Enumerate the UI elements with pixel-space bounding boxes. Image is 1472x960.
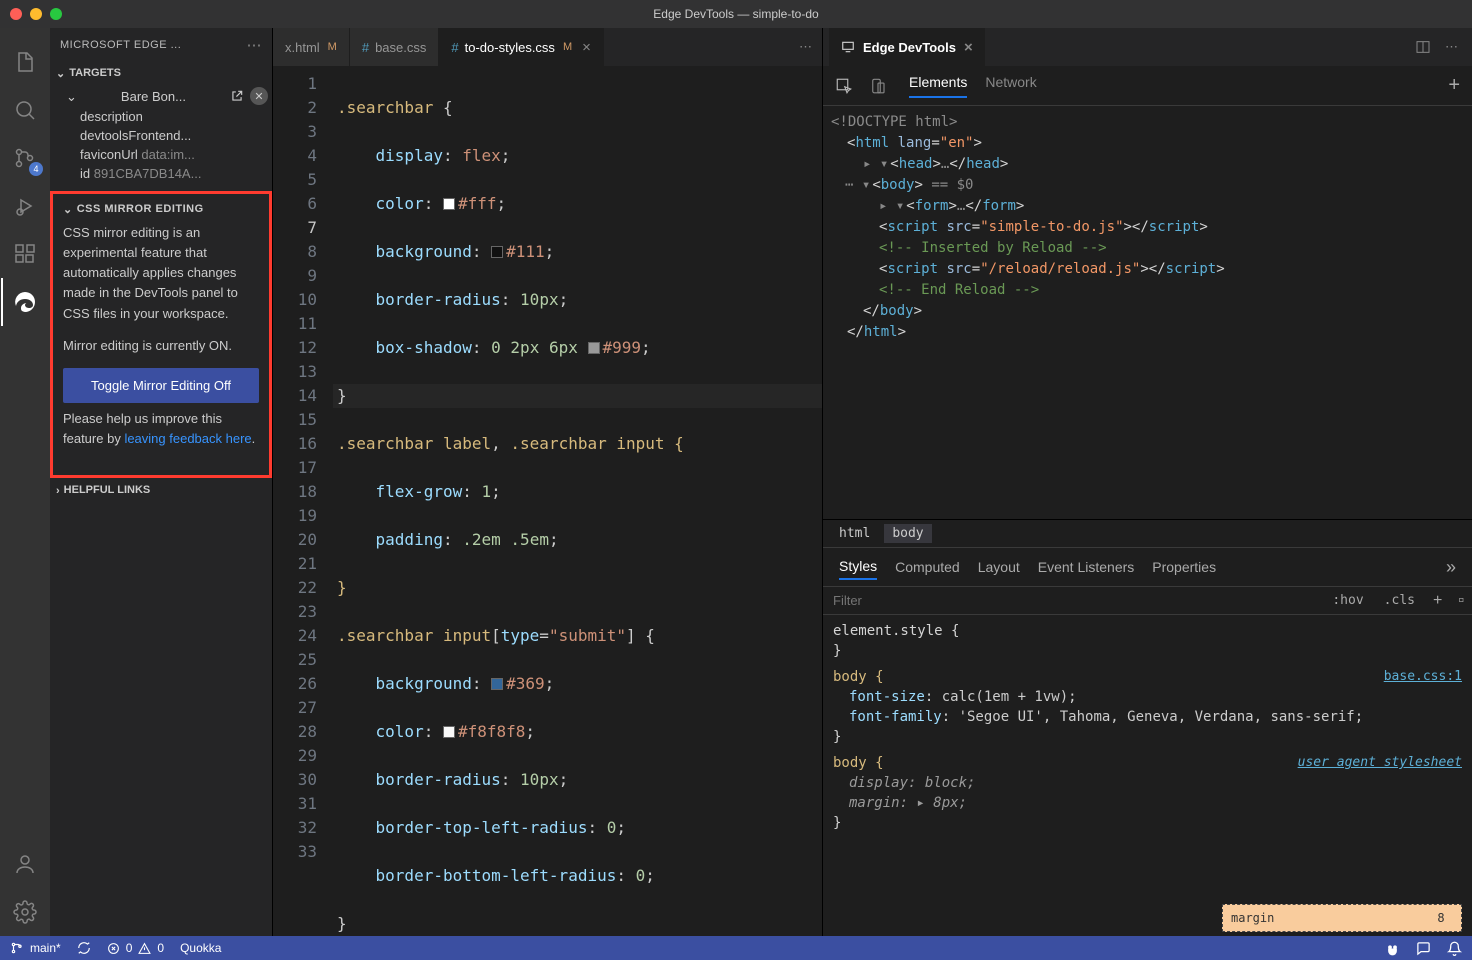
styles-pane-menu-icon[interactable]: ▫ bbox=[1450, 592, 1472, 610]
target-properties: description devtoolsFrontend... faviconU… bbox=[50, 107, 272, 183]
event-listeners-tab[interactable]: Event Listeners bbox=[1038, 555, 1135, 579]
chevron-down-icon: ⌄ bbox=[66, 89, 77, 105]
mirror-editing-head[interactable]: ⌄ CSS MIRROR EDITING bbox=[63, 202, 259, 215]
editor-tabs: x.htmlM #base.css #to-do-styles.cssM× ⋯ bbox=[273, 28, 822, 66]
tab-html[interactable]: x.htmlM bbox=[273, 28, 350, 66]
extensions-icon[interactable] bbox=[1, 230, 49, 278]
window-controls bbox=[10, 8, 62, 20]
settings-gear-icon[interactable] bbox=[1, 888, 49, 936]
target-prop-description: description bbox=[80, 107, 272, 126]
add-tab-icon[interactable]: + bbox=[1448, 74, 1460, 97]
target-row[interactable]: ⌄ Bare Bon... ✕ bbox=[50, 85, 272, 107]
close-tab-icon[interactable]: × bbox=[582, 39, 591, 56]
copilot-icon[interactable] bbox=[1385, 941, 1400, 956]
search-icon[interactable] bbox=[1, 86, 49, 134]
debug-icon[interactable] bbox=[1, 182, 49, 230]
helpful-links-head[interactable]: › HELPFUL LINKS bbox=[50, 478, 272, 502]
target-prop-devtools: devtoolsFrontend... bbox=[80, 126, 272, 145]
chevron-down-icon: ⌄ bbox=[56, 67, 65, 80]
branch-icon bbox=[10, 941, 24, 955]
sync-button[interactable] bbox=[77, 941, 91, 955]
stylesheet-link[interactable]: base.css:1 bbox=[1384, 667, 1462, 687]
layout-tab[interactable]: Layout bbox=[978, 555, 1020, 579]
editor: x.htmlM #base.css #to-do-styles.cssM× ⋯ … bbox=[273, 28, 823, 936]
git-branch[interactable]: main* bbox=[10, 941, 61, 955]
css-mirror-editing-panel: ⌄ CSS MIRROR EDITING CSS mirror editing … bbox=[50, 191, 272, 478]
feedback-icon[interactable] bbox=[1416, 941, 1431, 956]
status-bar: main* 0 0 Quokka bbox=[0, 936, 1472, 960]
close-target-icon[interactable]: ✕ bbox=[250, 87, 268, 105]
scm-badge: 4 bbox=[29, 162, 43, 176]
tab-base-css[interactable]: #base.css bbox=[350, 28, 440, 66]
split-editor-icon[interactable] bbox=[1415, 39, 1431, 55]
maximize-window-button[interactable] bbox=[50, 8, 62, 20]
toggle-mirror-editing-button[interactable]: Toggle Mirror Editing Off bbox=[63, 368, 259, 403]
breadcrumb-html[interactable]: html bbox=[831, 524, 878, 543]
warning-icon bbox=[138, 942, 151, 955]
minimize-window-button[interactable] bbox=[30, 8, 42, 20]
mirror-editing-status: Mirror editing is currently ON. bbox=[63, 336, 259, 356]
problems-status[interactable]: 0 0 bbox=[107, 941, 164, 955]
ua-stylesheet-label: user agent stylesheet bbox=[1298, 753, 1462, 773]
explorer-icon[interactable] bbox=[1, 38, 49, 86]
account-icon[interactable] bbox=[1, 840, 49, 888]
cls-toggle[interactable]: .cls bbox=[1374, 593, 1425, 608]
chevron-right-icon: › bbox=[56, 485, 60, 497]
elements-tab[interactable]: Elements bbox=[909, 74, 967, 98]
styles-filter-row: :hov .cls + ▫ bbox=[823, 587, 1472, 615]
hov-toggle[interactable]: :hov bbox=[1322, 593, 1373, 608]
titlebar: Edge DevTools — simple-to-do bbox=[0, 0, 1472, 28]
sidebar-title: MICROSOFT EDGE ... bbox=[60, 39, 181, 51]
sidebar-header: MICROSOFT EDGE ... ⋯ bbox=[50, 28, 272, 62]
edge-devtools-icon[interactable] bbox=[1, 278, 49, 326]
close-devtools-icon[interactable]: × bbox=[964, 39, 973, 56]
line-gutter: 1234567891011121314151617181920212223242… bbox=[273, 66, 333, 936]
dom-tree[interactable]: <!DOCTYPE html> <html lang="en"> ▸ ▾<hea… bbox=[823, 106, 1472, 519]
editor-more-icon[interactable]: ⋯ bbox=[799, 39, 812, 55]
quokka-status[interactable]: Quokka bbox=[180, 941, 221, 955]
targets-label: TARGETS bbox=[69, 67, 121, 79]
device-toggle-icon[interactable] bbox=[869, 77, 887, 95]
computed-tab[interactable]: Computed bbox=[895, 555, 960, 579]
target-name: Bare Bon... bbox=[83, 89, 224, 104]
sidebar-more-icon[interactable]: ⋯ bbox=[247, 36, 263, 54]
mirror-editing-feedback: Please help us improve this feature by l… bbox=[63, 409, 259, 449]
breadcrumb-body[interactable]: body bbox=[884, 524, 931, 543]
network-tab[interactable]: Network bbox=[985, 74, 1036, 98]
window-title: Edge DevTools — simple-to-do bbox=[653, 7, 818, 21]
source-control-icon[interactable]: 4 bbox=[1, 134, 49, 182]
sync-icon bbox=[77, 941, 91, 955]
styles-tabs: Styles Computed Layout Event Listeners P… bbox=[823, 548, 1472, 587]
screencast-icon bbox=[841, 40, 855, 54]
inspect-icon[interactable] bbox=[835, 77, 853, 95]
devtools-tab[interactable]: Edge DevTools × bbox=[829, 28, 985, 66]
new-style-rule-icon[interactable]: + bbox=[1425, 592, 1450, 610]
targets-section-head[interactable]: ⌄ TARGETS bbox=[50, 62, 272, 83]
devtools-tab-more-icon[interactable]: ⋯ bbox=[1445, 39, 1458, 55]
error-icon bbox=[107, 942, 120, 955]
devtools-toolbar: Elements Network + bbox=[823, 66, 1472, 106]
code-content[interactable]: .searchbar { display: flex; color: #fff;… bbox=[333, 66, 822, 936]
feedback-link[interactable]: leaving feedback here bbox=[124, 431, 251, 446]
close-window-button[interactable] bbox=[10, 8, 22, 20]
styles-body[interactable]: element.style { } body {base.css:1 font-… bbox=[823, 615, 1472, 936]
sidebar: MICROSOFT EDGE ... ⋯ ⌄ TARGETS ⌄ Bare Bo… bbox=[50, 28, 273, 936]
box-model[interactable]: margin 8 bbox=[1222, 904, 1462, 932]
devtools-tabbar: Edge DevTools × ⋯ bbox=[823, 28, 1472, 66]
notifications-icon[interactable] bbox=[1447, 941, 1462, 956]
dom-breadcrumb: html body bbox=[823, 520, 1472, 548]
styles-tab[interactable]: Styles bbox=[839, 554, 877, 580]
external-link-icon[interactable] bbox=[230, 89, 244, 103]
styles-more-icon[interactable]: » bbox=[1446, 557, 1456, 578]
tab-todo-styles[interactable]: #to-do-styles.cssM× bbox=[439, 28, 603, 66]
chevron-down-icon: ⌄ bbox=[63, 203, 73, 216]
devtools-panel: Edge DevTools × ⋯ Elements Networ bbox=[823, 28, 1472, 936]
mirror-editing-description: CSS mirror editing is an experimental fe… bbox=[63, 223, 259, 324]
styles-filter-input[interactable] bbox=[823, 587, 1322, 614]
target-prop-id: id 891CBA7DB14A... bbox=[80, 164, 272, 183]
properties-tab[interactable]: Properties bbox=[1152, 555, 1216, 579]
activity-bar: 4 bbox=[0, 28, 50, 936]
code-view[interactable]: 1234567891011121314151617181920212223242… bbox=[273, 66, 822, 936]
target-prop-favicon: faviconUrl data:im... bbox=[80, 145, 272, 164]
